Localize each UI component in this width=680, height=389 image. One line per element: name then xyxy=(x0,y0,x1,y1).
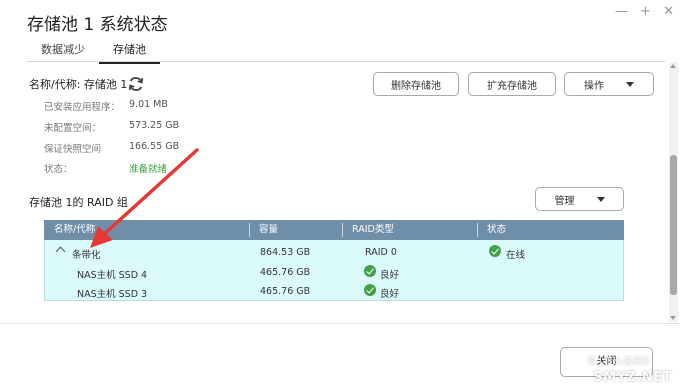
table-body: 条带化 864.53 GB RAID 0 在线 NAS主机 SSD 4 465.… xyxy=(44,240,624,301)
add-button[interactable]: + xyxy=(640,4,651,19)
info-value: 573.25 GB xyxy=(129,120,180,131)
delete-pool-button[interactable]: 删除存储池 xyxy=(373,72,459,96)
expand-pool-label: 扩充存储池 xyxy=(487,80,537,92)
info-label: 保证快照空间 xyxy=(44,144,102,155)
check-circle-icon xyxy=(489,245,501,257)
delete-pool-label: 删除存储池 xyxy=(391,80,441,92)
info-row-status: 状态： 准备就绪 xyxy=(44,161,167,175)
tab-bar: 数据减少 存储池 xyxy=(27,39,160,64)
info-row-unallocated: 未配置空间： 573.25 GB xyxy=(44,120,179,134)
watermark-subtext: 值 | 什么值得买 xyxy=(587,357,650,367)
table-row[interactable]: NAS主机 SSD 4 465.76 GB 良好 xyxy=(45,263,625,283)
info-label: 状态： xyxy=(44,164,73,175)
status-value: 准备就绪 xyxy=(129,164,168,175)
scroll-thumb[interactable] xyxy=(670,155,677,295)
raid-group-title: 存储池 1的 RAID 组 xyxy=(29,196,128,209)
tab-storage-pool[interactable]: 存储池 xyxy=(99,39,160,64)
close-window-button[interactable]: ✕ xyxy=(663,4,674,19)
info-row-snapshot: 保证快照空间 166.55 GB xyxy=(44,141,179,155)
chevron-up-icon[interactable] xyxy=(55,246,66,257)
table-header: 名称/代称 容量 RAID类型 状态 xyxy=(44,220,624,240)
info-label: 已安装应用程序： xyxy=(44,102,121,113)
cell-status: 在线 xyxy=(506,250,526,261)
header-raid-type[interactable]: RAID类型 xyxy=(342,220,394,240)
manage-dropdown[interactable]: 管理 xyxy=(535,187,624,211)
expand-pool-button[interactable]: 扩充存储池 xyxy=(468,72,556,96)
footer-divider xyxy=(0,323,680,324)
info-value: 166.55 GB xyxy=(129,141,180,152)
check-circle-icon xyxy=(364,265,376,277)
cell-raid-type: RAID 0 xyxy=(365,247,397,258)
raid-table: 名称/代称 容量 RAID类型 状态 条带化 864.53 GB RAID 0 … xyxy=(44,220,624,301)
chevron-down-icon xyxy=(596,196,605,202)
pool-name-label: 名称/代称: 存储池 1 xyxy=(29,78,128,91)
check-circle-icon xyxy=(364,284,376,296)
cell-name: NAS主机 SSD 3 xyxy=(77,289,148,300)
tab-data-reduction[interactable]: 数据减少 xyxy=(27,39,99,63)
scroll-down-icon[interactable] xyxy=(670,316,676,320)
cell-name: 条带化 xyxy=(72,250,101,261)
info-row-apps: 已安装应用程序： 9.01 MB xyxy=(44,99,168,113)
cell-status: 良好 xyxy=(380,289,400,300)
actions-dropdown[interactable]: 操作 xyxy=(564,72,654,96)
header-name[interactable]: 名称/代称 xyxy=(44,220,95,240)
cell-name: NAS主机 SSD 4 xyxy=(77,270,148,281)
cell-capacity: 864.53 GB xyxy=(260,247,311,258)
content-area: 名称/代称: 存储池 1 删除存储池 扩充存储池 操作 已安装应用程序： 9.0… xyxy=(0,62,668,322)
header-status[interactable]: 状态 xyxy=(477,220,506,240)
manage-label: 管理 xyxy=(554,195,575,207)
cell-capacity: 465.76 GB xyxy=(260,267,311,278)
minimize-button[interactable]: — xyxy=(615,4,628,19)
refresh-icon[interactable] xyxy=(127,75,145,93)
info-label: 未配置空间： xyxy=(44,123,102,134)
scroll-up-icon[interactable] xyxy=(670,64,676,68)
cell-status: 良好 xyxy=(380,270,400,281)
chevron-down-icon xyxy=(626,81,634,87)
watermark: SMYZ.NET xyxy=(593,370,672,385)
dialog-title: 存储池 1 系统状态 xyxy=(27,15,168,35)
header-capacity[interactable]: 容量 xyxy=(249,220,278,240)
table-row[interactable]: NAS主机 SSD 3 465.76 GB 良好 xyxy=(45,282,625,302)
cell-capacity: 465.76 GB xyxy=(260,286,311,297)
vertical-scrollbar[interactable] xyxy=(669,62,678,322)
table-row[interactable]: 条带化 864.53 GB RAID 0 在线 xyxy=(45,243,625,263)
info-value: 9.01 MB xyxy=(129,99,168,110)
window-controls: — + ✕ xyxy=(607,4,674,19)
actions-label: 操作 xyxy=(584,80,604,92)
